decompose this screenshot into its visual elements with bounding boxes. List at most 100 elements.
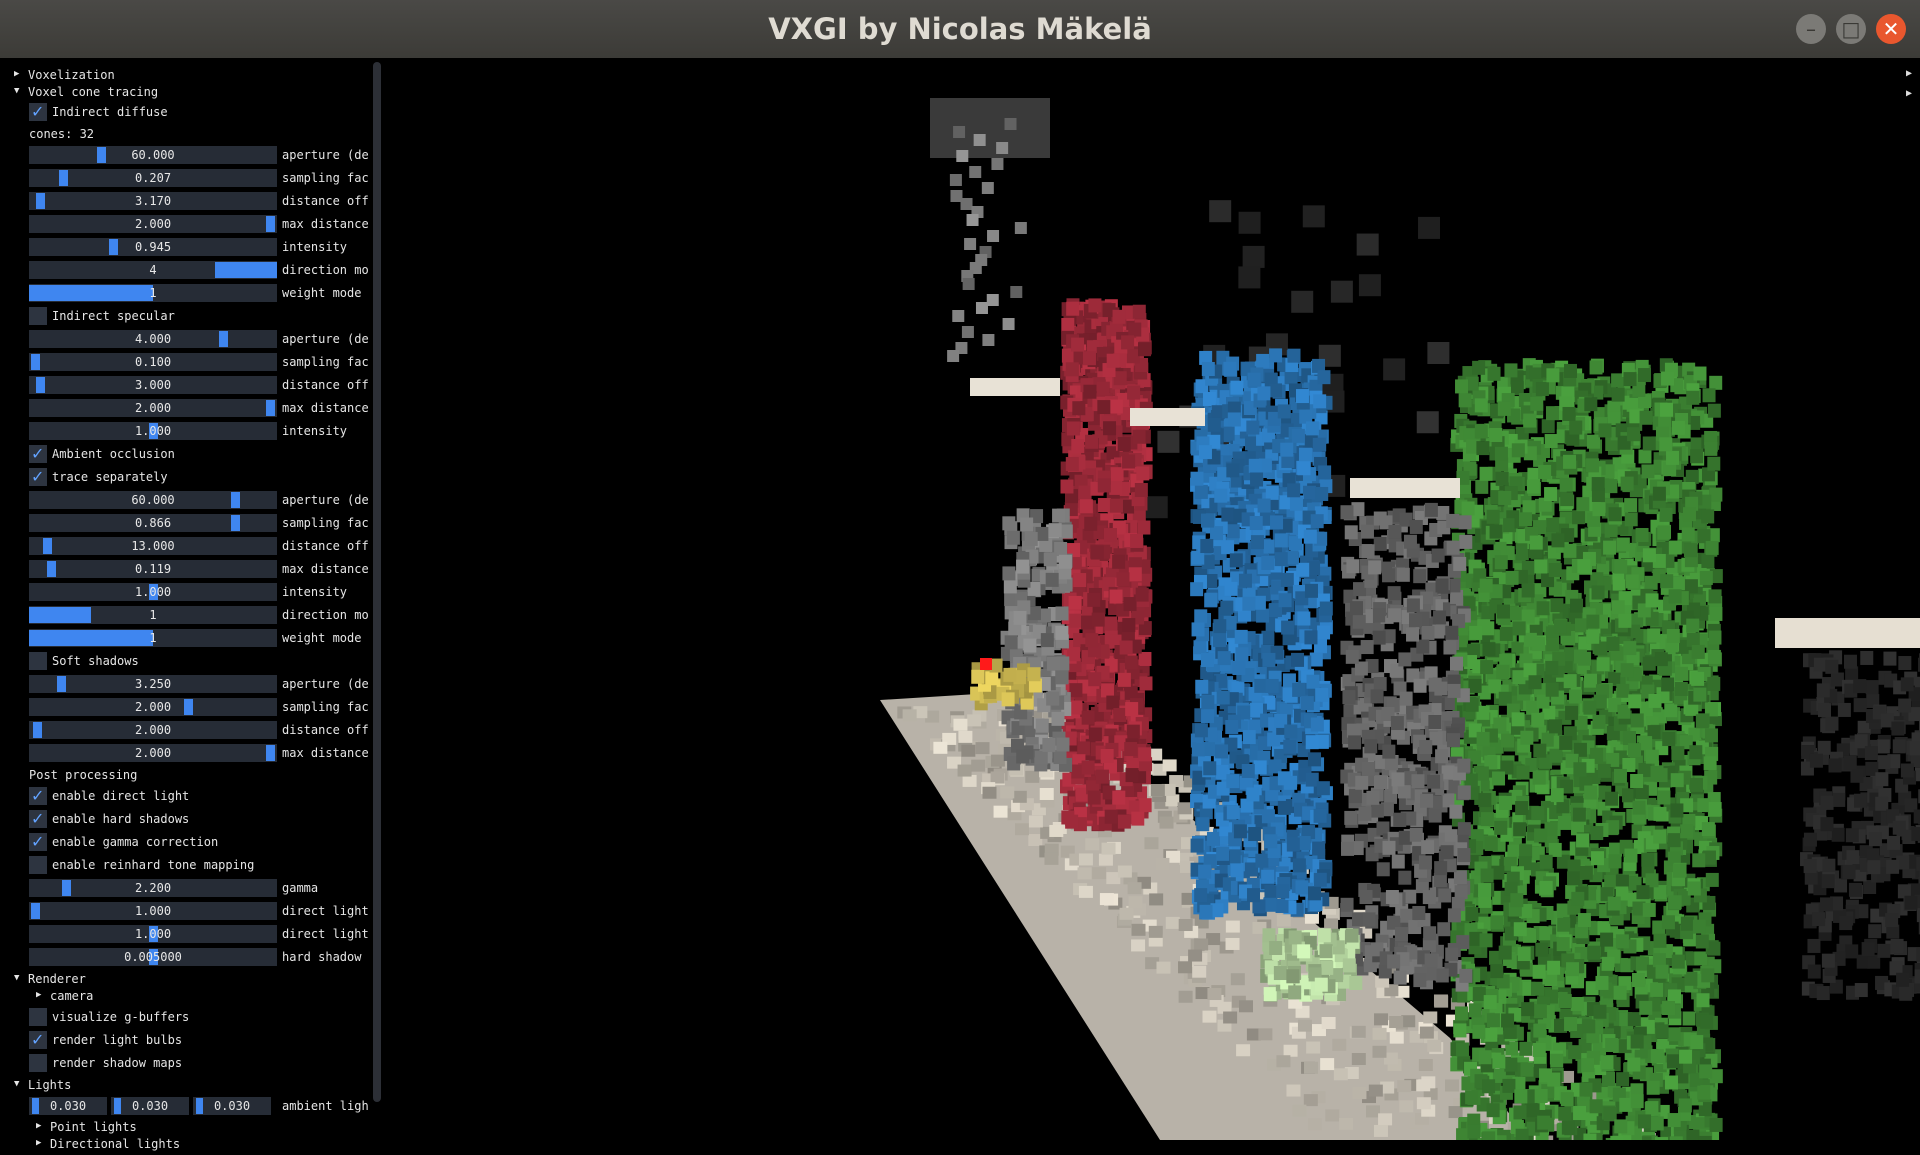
section-voxel-cone-tracing[interactable]: ▼Voxel cone tracing bbox=[0, 83, 370, 103]
checkbox[interactable] bbox=[29, 307, 47, 325]
slider-track[interactable]: 2.000 bbox=[29, 721, 277, 739]
ambient-light-component[interactable]: 0.030 bbox=[193, 1097, 271, 1115]
ambient-occlusion-slider[interactable]: 0.119max distance bbox=[0, 559, 370, 579]
slider-track[interactable]: 0.100 bbox=[29, 353, 277, 371]
ambient-light-component[interactable]: 0.030 bbox=[111, 1097, 189, 1115]
soft-shadows-slider[interactable]: 3.250aperture (de bbox=[0, 674, 370, 694]
slider-track[interactable]: 1 bbox=[29, 284, 277, 302]
checkbox[interactable] bbox=[29, 810, 47, 828]
slider-track[interactable]: 4 bbox=[29, 261, 277, 279]
post-processing-slider[interactable]: 0.005000hard shadow bbox=[0, 947, 370, 967]
ambient-occlusion-slider[interactable]: 60.000 aperture (de bbox=[0, 490, 370, 510]
indirect-diffuse-slider[interactable]: 0.207sampling fac bbox=[0, 168, 370, 188]
collapse-arrow-icon[interactable]: ▶ bbox=[1906, 88, 1912, 99]
post-processing-slider[interactable]: 2.200gamma bbox=[0, 878, 370, 898]
soft-shadows-checkbox[interactable]: Soft shadows bbox=[0, 651, 370, 671]
triangle-right-icon: ▶ bbox=[14, 69, 19, 79]
indirect-diffuse-slider[interactable]: 2.000max distance bbox=[0, 214, 370, 234]
slider-track[interactable]: 0.945 bbox=[29, 238, 277, 256]
slider-track[interactable]: 2.000 bbox=[29, 399, 277, 417]
post-processing-checkbox[interactable]: enable direct light bbox=[0, 786, 370, 806]
maximize-button[interactable]: □ bbox=[1836, 14, 1866, 44]
slider-track[interactable]: 13.000 bbox=[29, 537, 277, 555]
slider-track[interactable]: 0.005000 bbox=[29, 948, 277, 966]
post-processing-slider[interactable]: 1.000direct light bbox=[0, 901, 370, 921]
slider-track[interactable]: 2.000 bbox=[29, 698, 277, 716]
title-bar[interactable]: VXGI by Nicolas Mäkelä – □ ✕ bbox=[0, 0, 1920, 58]
slider-track[interactable]: 1.000 bbox=[29, 902, 277, 920]
slider-track[interactable]: 2.000 bbox=[29, 215, 277, 233]
checkbox[interactable] bbox=[29, 652, 47, 670]
post-processing-checkbox[interactable]: enable gamma correction bbox=[0, 832, 370, 852]
indirect-specular-slider[interactable]: 4.000aperture (de bbox=[0, 329, 370, 349]
collapse-arrow-icon[interactable]: ▶ bbox=[1906, 68, 1912, 79]
post-processing-checkbox[interactable]: enable hard shadows bbox=[0, 809, 370, 829]
ambient-occlusion-slider[interactable]: 0.866sampling fac bbox=[0, 513, 370, 533]
ambient-light-row[interactable]: 0.0300.0300.030ambient ligh bbox=[0, 1096, 370, 1116]
post-processing-checkbox[interactable]: enable reinhard tone mapping bbox=[0, 855, 370, 875]
post-processing-checkbox-label: enable reinhard tone mapping bbox=[52, 858, 254, 872]
slider-track[interactable]: 2.200 bbox=[29, 879, 277, 897]
slider-track[interactable]: 1.000 bbox=[29, 422, 277, 440]
indirect-diffuse-slider[interactable]: 4direction mo bbox=[0, 260, 370, 280]
post-processing-slider[interactable]: 1.000direct light bbox=[0, 924, 370, 944]
section-camera[interactable]: ▶camera bbox=[0, 987, 370, 1007]
slider-track[interactable]: 1.000 bbox=[29, 925, 277, 943]
indirect-specular-slider[interactable]: 1.000intensity bbox=[0, 421, 370, 441]
soft-shadows-slider[interactable]: 2.000distance off bbox=[0, 720, 370, 740]
slider-track[interactable]: 2.000 bbox=[29, 744, 277, 762]
slider-track[interactable]: 0.119 bbox=[29, 560, 277, 578]
indirect-specular-slider[interactable]: 3.000distance off bbox=[0, 375, 370, 395]
slider-track[interactable]: 3.250 bbox=[29, 675, 277, 693]
indirect-specular-slider[interactable]: 2.000max distance bbox=[0, 398, 370, 418]
checkbox[interactable] bbox=[29, 787, 47, 805]
slider-track[interactable]: 1 bbox=[29, 606, 277, 624]
indirect-diffuse-slider[interactable]: 60.000aperture (de bbox=[0, 145, 370, 165]
section-lights[interactable]: ▼Lights bbox=[0, 1076, 370, 1096]
checkbox[interactable] bbox=[29, 1031, 47, 1049]
indirect-specular-checkbox[interactable]: Indirect specular bbox=[0, 306, 370, 326]
renderer-checkbox[interactable]: render light bulbs bbox=[0, 1030, 370, 1050]
checkbox[interactable] bbox=[29, 833, 47, 851]
slider-value: 60.000 bbox=[29, 491, 277, 509]
checkbox[interactable] bbox=[29, 468, 47, 486]
renderer-checkbox[interactable]: visualize g-buffers bbox=[0, 1007, 370, 1027]
indirect-specular-slider[interactable]: 0.100sampling fac bbox=[0, 352, 370, 372]
soft-shadows-slider[interactable]: 2.000sampling fac bbox=[0, 697, 370, 717]
slider-track[interactable]: 60.000 bbox=[29, 146, 277, 164]
slider-track[interactable]: 1 bbox=[29, 629, 277, 647]
indirect-diffuse-checkbox[interactable]: Indirect diffuse bbox=[0, 102, 370, 122]
checkbox[interactable] bbox=[29, 1054, 47, 1072]
slider-track[interactable]: 0.866 bbox=[29, 514, 277, 532]
slider-track[interactable]: 3.170 bbox=[29, 192, 277, 210]
checkbox[interactable] bbox=[29, 1008, 47, 1026]
trace-separately-checkbox-label: trace separately bbox=[52, 470, 168, 484]
slider-label: aperture (de bbox=[282, 491, 369, 509]
soft-shadows-slider[interactable]: 2.000max distance bbox=[0, 743, 370, 763]
ambient-occlusion-slider[interactable]: 13.000distance off bbox=[0, 536, 370, 556]
ambient-light-component[interactable]: 0.030 bbox=[29, 1097, 107, 1115]
panel-scrollbar[interactable] bbox=[373, 62, 381, 1102]
renderer-checkbox[interactable]: render shadow maps bbox=[0, 1053, 370, 1073]
ambient-occlusion-slider[interactable]: 1.000intensity bbox=[0, 582, 370, 602]
slider-track[interactable]: 0.207 bbox=[29, 169, 277, 187]
section-directional-lights[interactable]: ▶Directional lights bbox=[0, 1135, 370, 1155]
slider-track[interactable]: 1.000 bbox=[29, 583, 277, 601]
trace-separately-checkbox[interactable]: trace separately bbox=[0, 467, 370, 487]
indirect-diffuse-slider[interactable]: 3.170distance off bbox=[0, 191, 370, 211]
indirect-diffuse-slider[interactable]: 0.945intensity bbox=[0, 237, 370, 257]
slider-track[interactable]: 60.000 bbox=[29, 491, 277, 509]
slider-track[interactable]: 3.000 bbox=[29, 376, 277, 394]
slider-track[interactable]: 4.000 bbox=[29, 330, 277, 348]
ambient-occlusion-slider[interactable]: 1weight mode bbox=[0, 628, 370, 648]
checkbox[interactable] bbox=[29, 856, 47, 874]
indirect-diffuse-checkbox-label: Indirect diffuse bbox=[52, 105, 168, 119]
close-button[interactable]: ✕ bbox=[1876, 14, 1906, 44]
checkbox[interactable] bbox=[29, 445, 47, 463]
checkbox[interactable] bbox=[29, 103, 47, 121]
indirect-diffuse-slider[interactable]: 1weight mode bbox=[0, 283, 370, 303]
minimize-button[interactable]: – bbox=[1796, 14, 1826, 44]
section-camera-label: camera bbox=[50, 989, 93, 1003]
ambient-occlusion-checkbox[interactable]: Ambient occlusion bbox=[0, 444, 370, 464]
ambient-occlusion-slider[interactable]: 1direction mo bbox=[0, 605, 370, 625]
